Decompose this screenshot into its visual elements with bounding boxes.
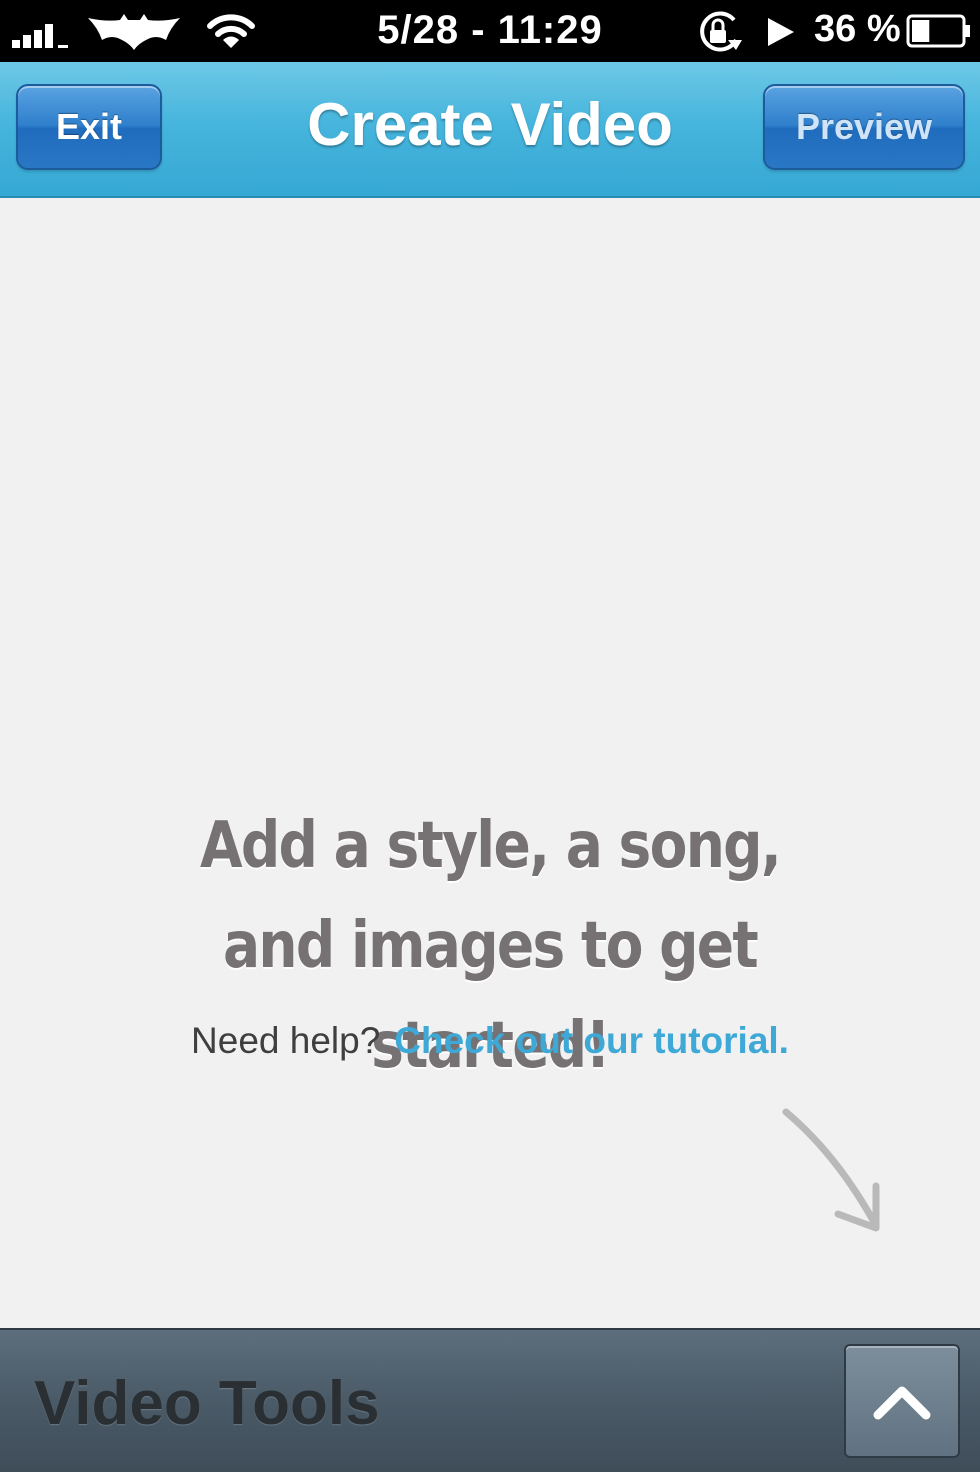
video-tools-title: Video Tools bbox=[34, 1369, 380, 1438]
video-canvas-area: Add a style, a song, and images to get s… bbox=[0, 198, 980, 1328]
rotation-lock-icon bbox=[700, 11, 742, 52]
status-time: 5/28 - 11:29 bbox=[377, 8, 603, 52]
exit-button[interactable]: Exit bbox=[16, 84, 162, 170]
battery-icon bbox=[906, 14, 970, 48]
expand-tools-button[interactable] bbox=[844, 1344, 960, 1458]
signal-strength-icon bbox=[12, 22, 72, 48]
video-tools-bar[interactable]: Video Tools bbox=[0, 1328, 980, 1472]
page-title: Create Video bbox=[307, 91, 673, 158]
headline-line-1: Add a style, a song, bbox=[199, 809, 782, 883]
chevron-up-icon bbox=[873, 1386, 931, 1420]
carrier-logo-icon bbox=[88, 14, 180, 50]
tutorial-link[interactable]: Check out our tutorial. bbox=[394, 1020, 789, 1061]
headline-line-2: and images to get started! bbox=[223, 909, 759, 1083]
play-icon bbox=[768, 18, 794, 46]
preview-button[interactable]: Preview bbox=[763, 84, 965, 170]
help-text: Need help? bbox=[191, 1020, 381, 1061]
nav-bar: Exit Create Video Preview bbox=[0, 62, 980, 198]
wifi-icon bbox=[207, 14, 255, 48]
status-bar: 5/28 - 11:29 36 % bbox=[0, 0, 980, 62]
battery-percent: 36 % bbox=[814, 8, 901, 50]
curved-arrow-icon bbox=[782, 1108, 880, 1232]
help-line: Need help? Check out our tutorial. bbox=[0, 1020, 980, 1062]
